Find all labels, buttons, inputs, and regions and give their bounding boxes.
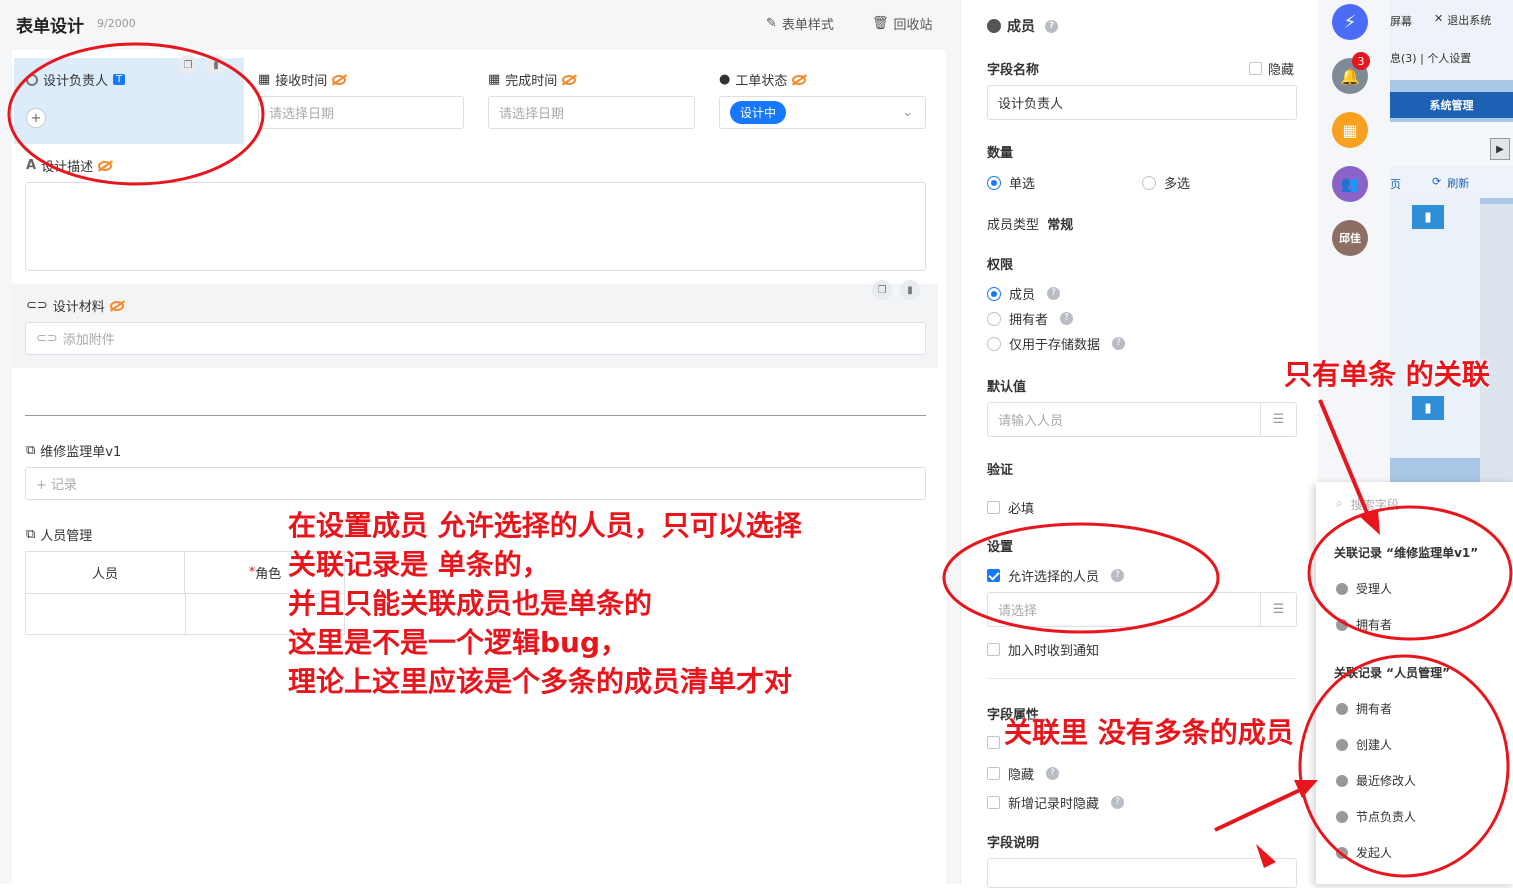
annotation-ellipse [7, 42, 265, 186]
annotation-text-top-right: 只有单条 的关联 [1284, 358, 1490, 391]
annotation-arrow [1318, 399, 1372, 521]
annotation-text-main: 在设置成员 允许选择的人员，只可以选择 关联记录是 单条的， 并且只能关联成员也… [288, 509, 802, 698]
annotation-ellipse [1298, 654, 1510, 878]
annotation-ellipse [942, 522, 1220, 634]
annotation-arrowhead [1256, 844, 1276, 868]
annotation-text-bottom: 关联里 没有多条的成员 [1004, 716, 1294, 749]
annotation-arrow [1214, 788, 1301, 832]
annotation-ellipse [1307, 505, 1513, 641]
